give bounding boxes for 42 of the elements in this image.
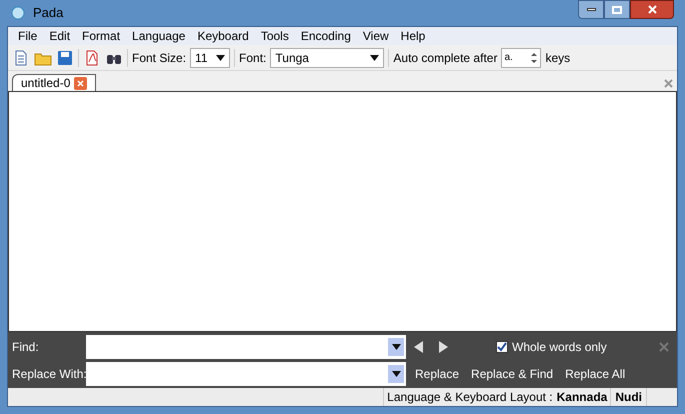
- close-button[interactable]: [630, 0, 674, 19]
- caret-icon: [392, 344, 400, 350]
- next-arrow-icon[interactable]: [438, 340, 448, 352]
- whole-words-checkbox[interactable]: [496, 340, 508, 352]
- autocomplete-spinner[interactable]: a.: [501, 48, 542, 68]
- find-field[interactable]: [86, 334, 406, 358]
- caret-icon: [216, 54, 226, 60]
- close-icon: [648, 5, 656, 14]
- language-status: Kannada: [552, 388, 612, 406]
- replace-action-button[interactable]: Replace All: [562, 364, 628, 382]
- menu-item[interactable]: Tools: [254, 27, 295, 45]
- font-size-dropdown[interactable]: 11: [190, 48, 230, 68]
- autocomplete-label: Auto complete after: [393, 50, 498, 66]
- keys-label: keys: [545, 50, 570, 66]
- maximize-button[interactable]: [604, 0, 630, 19]
- font-size-label: Font Size:: [132, 50, 186, 66]
- status-label: Language & Keyboard Layout :: [383, 388, 553, 406]
- replace-action-button[interactable]: Replace: [412, 364, 462, 382]
- font-label: Font:: [239, 50, 266, 66]
- menu-item[interactable]: Keyboard: [191, 27, 255, 45]
- find-label: Find:: [12, 338, 40, 356]
- previous-arrow-icon[interactable]: [414, 340, 424, 352]
- document-tab[interactable]: untitled-0: [12, 74, 96, 91]
- minimize-button[interactable]: [578, 0, 604, 19]
- menu-item[interactable]: Language: [126, 27, 192, 45]
- close-tab-icon[interactable]: [74, 76, 88, 90]
- menu-item[interactable]: File: [12, 27, 44, 45]
- caret-icon: [370, 54, 380, 60]
- app-icon: [11, 6, 25, 20]
- replace-field[interactable]: [86, 362, 406, 386]
- menu-item[interactable]: Edit: [43, 27, 76, 45]
- menu-item[interactable]: Format: [76, 27, 126, 45]
- font-dropdown[interactable]: Tunga: [270, 48, 384, 68]
- menu-item[interactable]: Encoding: [294, 27, 357, 45]
- layout-status: Nudi: [611, 388, 647, 406]
- window-title: Pada: [33, 4, 64, 22]
- save-icon[interactable]: [56, 48, 74, 66]
- menu-item[interactable]: View: [356, 27, 395, 45]
- menu-item[interactable]: Help: [394, 27, 432, 45]
- caret-icon: [392, 370, 400, 376]
- whole-words-label: Whole words only: [512, 338, 607, 356]
- replace-action-button[interactable]: Replace & Find: [468, 364, 556, 382]
